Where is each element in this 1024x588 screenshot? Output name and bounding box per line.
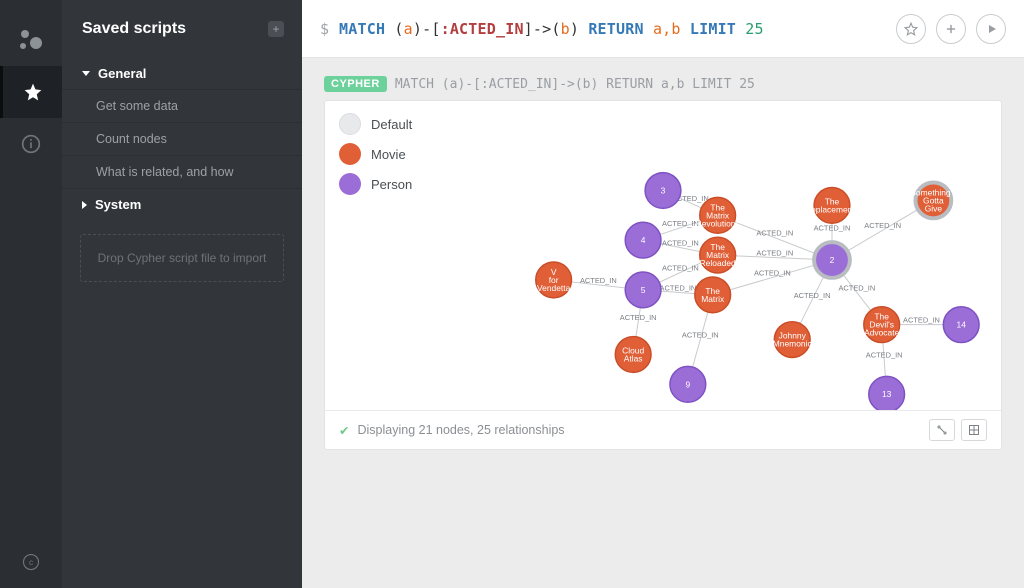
node-label: Matrix <box>701 294 725 304</box>
graph-node-person[interactable]: 4 <box>625 222 661 258</box>
graph-node-person[interactable]: 2 <box>814 242 850 278</box>
graph-node-movie[interactable]: JohnnyMnemonic <box>773 322 812 358</box>
script-item[interactable]: Count nodes <box>62 122 302 155</box>
graph-node-movie[interactable]: CloudAtlas <box>615 337 651 373</box>
graph-node-person[interactable]: 13 <box>869 376 905 410</box>
info-tab[interactable] <box>0 118 62 170</box>
legend: Default Movie Person <box>339 113 412 195</box>
graph-node-movie[interactable]: TheReplacements <box>805 187 859 223</box>
query-editor[interactable]: $ MATCH (a)-[:ACTED_IN]->(b) RETURN a,b … <box>302 0 1024 58</box>
table-view-button[interactable] <box>961 419 987 441</box>
edge-label: ACTED_IN <box>662 263 699 272</box>
edge-label: ACTED_IN <box>682 331 719 340</box>
status-text: Displaying 21 nodes, 25 relationships <box>357 423 564 437</box>
svg-text:c: c <box>29 558 33 567</box>
node-label: 13 <box>882 389 892 399</box>
node-label: 3 <box>661 185 666 195</box>
prompt-sign: $ <box>320 20 329 38</box>
main: $ MATCH (a)-[:ACTED_IN]->(b) RETURN a,b … <box>302 0 1024 588</box>
edge-label: ACTED_IN <box>756 229 793 238</box>
graph-canvas[interactable]: ACTED_IN ACTED_IN ACTED_IN ACTED_IN ACTED_IN… <box>325 101 1001 410</box>
add-button[interactable] <box>936 14 966 44</box>
add-script-button[interactable]: + <box>268 21 284 37</box>
folder-system[interactable]: System <box>62 189 302 220</box>
favorite-button[interactable] <box>896 14 926 44</box>
caret-right-icon <box>82 201 87 209</box>
edge-label: ACTED_IN <box>864 221 901 230</box>
node-label: Reloaded <box>700 258 736 268</box>
favorites-tab[interactable] <box>0 66 62 118</box>
graph-node-movie[interactable]: VforVendetta <box>536 262 572 298</box>
edge-label: ACTED_IN <box>662 239 699 248</box>
folder-label: System <box>95 197 141 212</box>
copyright-icon[interactable]: c <box>0 536 62 588</box>
logo-icon[interactable] <box>0 14 62 66</box>
graph-view-button[interactable] <box>929 419 955 441</box>
legend-default[interactable]: Default <box>339 113 412 135</box>
folder-label: General <box>98 66 146 81</box>
graph-node-person[interactable]: 3 <box>645 173 681 209</box>
check-icon: ✔ <box>339 423 349 438</box>
script-item[interactable]: Get some data <box>62 89 302 122</box>
caret-down-icon <box>82 71 90 76</box>
edge-label: ACTED_IN <box>662 219 699 228</box>
run-button[interactable] <box>976 14 1006 44</box>
edge-label: ACTED_IN <box>660 283 697 292</box>
graph-node-movie[interactable]: TheDevil'sAdvocate <box>864 307 900 343</box>
query-code[interactable]: MATCH (a)-[:ACTED_IN]->(b) RETURN a,b LI… <box>339 20 896 38</box>
node-label: Vendetta <box>537 283 571 293</box>
node-label: 5 <box>641 285 646 295</box>
edge-label: ACTED_IN <box>838 283 875 292</box>
graph-node-person[interactable]: 14 <box>943 307 979 343</box>
edge-label: ACTED_IN <box>620 313 657 322</box>
edge-label: ACTED_IN <box>756 249 793 258</box>
edge-label: ACTED_IN <box>814 224 851 233</box>
folder-general[interactable]: General <box>62 58 302 89</box>
node-label: Advocate <box>864 328 899 338</box>
edge-label: ACTED_IN <box>794 291 831 300</box>
cypher-badge: CYPHER <box>324 76 387 92</box>
graph-node-movie[interactable]: Something'sGottaGive <box>910 183 956 219</box>
node-label: 2 <box>830 255 835 265</box>
graph-node-movie[interactable]: TheMatrix <box>695 277 731 313</box>
node-label: 9 <box>685 379 690 389</box>
node-label: 4 <box>641 235 646 245</box>
edge-label: ACTED_IN <box>866 350 903 359</box>
icon-rail: c <box>0 0 62 588</box>
legend-movie[interactable]: Movie <box>339 143 412 165</box>
result-header: CYPHER MATCH (a)-[:ACTED_IN]->(b) RETURN… <box>324 76 1002 92</box>
edge-label: ACTED_IN <box>580 276 617 285</box>
graph-node-person[interactable]: 9 <box>670 366 706 402</box>
script-item[interactable]: What is related, and how <box>62 155 302 189</box>
legend-person[interactable]: Person <box>339 173 412 195</box>
drop-zone[interactable]: Drop Cypher script file to import <box>80 234 284 282</box>
node-label: Atlas <box>624 353 643 363</box>
node-label: Give <box>925 203 943 213</box>
edge-label: ACTED_IN <box>903 316 940 325</box>
sidebar-title: Saved scripts <box>82 20 268 38</box>
query-echo: MATCH (a)-[:ACTED_IN]->(b) RETURN a,b LI… <box>395 77 755 92</box>
node-label: Revolutions <box>696 218 740 228</box>
node-label: Replacements <box>805 204 859 214</box>
graph-node-person[interactable]: 5 <box>625 272 661 308</box>
node-label: 14 <box>957 320 967 330</box>
graph-node-movie[interactable]: TheMatrixReloaded <box>700 237 736 273</box>
sidebar: Saved scripts + General Get some dataCoun… <box>62 0 302 588</box>
edge-label: ACTED_IN <box>754 268 791 277</box>
node-label: Mnemonic <box>773 339 812 349</box>
result-panel: Default Movie Person ACTED_INACTED_INACT… <box>324 100 1002 450</box>
